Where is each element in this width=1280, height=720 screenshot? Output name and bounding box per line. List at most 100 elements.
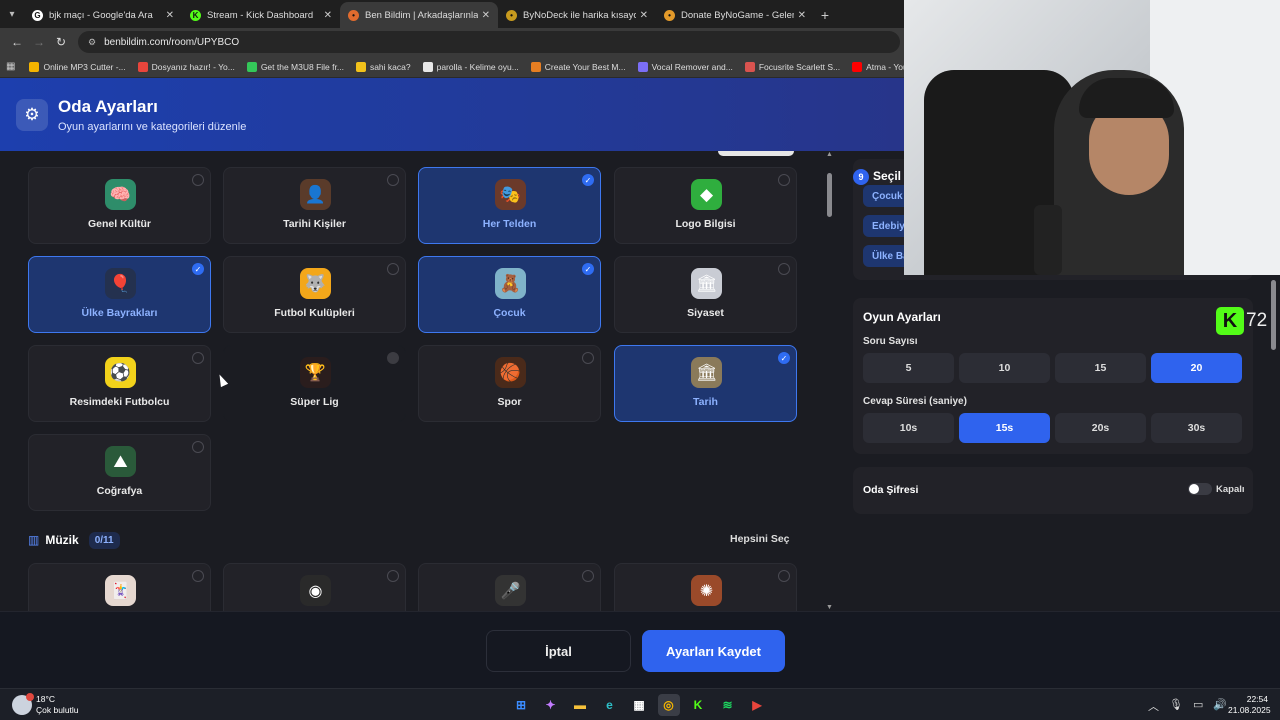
close-tab-icon[interactable]: ✕ — [482, 10, 490, 21]
answer-time-option[interactable]: 20s — [1055, 413, 1146, 443]
webcam-cap — [1079, 78, 1174, 118]
category-checkbox[interactable] — [778, 174, 790, 186]
category-checkbox[interactable] — [192, 441, 204, 453]
password-toggle[interactable] — [1188, 483, 1212, 495]
category-label: Spor — [497, 396, 522, 408]
tab-search-icon[interactable]: ▾ — [0, 0, 24, 28]
category-card[interactable]: 🐺 Futbol Kulüpleri — [223, 256, 406, 333]
question-count-option[interactable]: 5 — [863, 353, 954, 383]
category-card[interactable]: 🎭 Her Telden ✓ — [418, 167, 601, 244]
category-checkbox[interactable]: ✓ — [582, 263, 594, 275]
category-checkbox[interactable] — [387, 570, 399, 582]
volume-icon[interactable]: 🔊 — [1213, 698, 1227, 714]
category-card[interactable]: ⚽ Resimdeki Futbolcu — [28, 345, 211, 422]
apps-grid-icon[interactable]: ▦ — [6, 61, 15, 72]
chrome-icon[interactable]: ◎ — [657, 694, 680, 716]
forward-icon[interactable]: → — [28, 35, 50, 49]
bookmark-favicon-icon — [29, 61, 40, 72]
category-card[interactable]: ◆ Logo Bilgisi — [614, 167, 797, 244]
answer-time-option[interactable]: 10s — [863, 413, 954, 443]
network-icon[interactable]: ▭ — [1193, 698, 1203, 714]
browser-tab[interactable]: • Donate ByNoGame - Gelen/Gid ✕ — [656, 2, 814, 28]
browser-tab[interactable]: K Stream - Kick Dashboard ✕ — [182, 2, 340, 28]
system-clock[interactable]: 22:54 21.08.2025 — [1228, 694, 1271, 716]
category-card[interactable]: 🎈 Ülke Bayrakları ✓ — [28, 256, 211, 333]
tab-favicon-icon: • — [506, 9, 517, 21]
category-checkbox[interactable] — [387, 263, 399, 275]
chevron-up-icon[interactable]: ︿ — [1148, 698, 1159, 714]
scroll-up-arrow[interactable]: ▲ — [826, 151, 833, 158]
category-checkbox[interactable]: ✓ — [582, 174, 594, 186]
back-icon[interactable]: ← — [6, 35, 28, 49]
store-icon[interactable]: ▦ — [628, 694, 650, 716]
categories-scrollbar[interactable]: ▲ ▼ — [826, 151, 834, 611]
microphone-tray-icon[interactable]: 🎙 — [1169, 698, 1183, 714]
browser-tab[interactable]: • Ben Bildim | Arkadaşlarınla Onl ✕ — [340, 2, 498, 28]
edge-icon[interactable]: e — [599, 694, 621, 716]
bookmark-item[interactable]: Dosyanız hazır! - Yo... — [137, 61, 235, 72]
category-checkbox[interactable] — [192, 570, 204, 582]
music-category-card[interactable]: 🎤 — [418, 563, 601, 611]
windows-start-icon[interactable]: ⊞ — [510, 694, 532, 716]
spotify-icon[interactable]: ≋ — [717, 694, 739, 716]
bookmark-item[interactable]: Online MP3 Cutter -... — [29, 61, 126, 72]
close-tab-icon[interactable]: ✕ — [324, 10, 332, 21]
cancel-button[interactable]: İptal — [486, 630, 631, 672]
select-all-button-edge[interactable] — [718, 151, 794, 156]
copilot-icon[interactable]: ✦ — [540, 694, 562, 716]
category-card[interactable]: 🏛 Siyaset — [614, 256, 797, 333]
emblem-icon: ✺ — [691, 575, 722, 606]
music-count-badge: 0/11 — [88, 531, 120, 549]
site-info-icon[interactable]: ⚙ — [88, 37, 96, 48]
category-checkbox[interactable]: ✓ — [778, 352, 790, 364]
category-card[interactable]: ⛰ Coğrafya — [28, 434, 211, 511]
category-card[interactable]: 🧸 Çocuk ✓ — [418, 256, 601, 333]
category-checkbox[interactable] — [778, 263, 790, 275]
answer-time-option[interactable]: 15s — [959, 413, 1050, 443]
save-settings-button[interactable]: Ayarları Kaydet — [642, 630, 785, 672]
music-category-card[interactable]: ✺ — [614, 563, 797, 611]
category-card[interactable]: 🏛 Tarih ✓ — [614, 345, 797, 422]
category-card[interactable]: 👤 Tarihi Kişiler — [223, 167, 406, 244]
category-card[interactable]: 🏀 Spor — [418, 345, 601, 422]
side-panel-scrollbar[interactable] — [1271, 280, 1276, 350]
close-tab-icon[interactable]: ✕ — [166, 10, 174, 21]
category-checkbox[interactable] — [192, 174, 204, 186]
reload-icon[interactable]: ↻ — [50, 35, 72, 49]
file-explorer-icon[interactable]: ▬ — [569, 694, 591, 716]
music-category-card[interactable]: 🃏 — [28, 563, 211, 611]
new-tab-button[interactable]: + — [814, 2, 836, 28]
category-checkbox[interactable] — [192, 352, 204, 364]
scrollbar-thumb[interactable] — [827, 173, 832, 217]
music-category-card[interactable]: ◉ — [223, 563, 406, 611]
browser-tab[interactable]: • ByNoDeck ile harika kısayollar y ✕ — [498, 2, 656, 28]
close-tab-icon[interactable]: ✕ — [640, 10, 648, 21]
bookmark-item[interactable]: sahi kaca? — [355, 61, 411, 72]
bookmark-item[interactable]: parolla - Kelime oyu... — [422, 61, 519, 72]
category-checkbox[interactable] — [387, 352, 399, 364]
select-all-button[interactable]: Hepsini Seç — [730, 533, 790, 545]
question-count-option[interactable]: 10 — [959, 353, 1050, 383]
kick-app-icon[interactable]: K — [687, 694, 709, 716]
browser-tab[interactable]: Gbjk maçı - Google'da Ara ✕ — [24, 2, 182, 28]
player-icon[interactable]: ▶ — [746, 694, 768, 716]
weather-widget[interactable]: 18°C Çok bulutlu — [12, 693, 79, 716]
bookmark-item[interactable]: Get the M3U8 File fr... — [246, 61, 344, 72]
category-checkbox[interactable] — [582, 570, 594, 582]
close-tab-icon[interactable]: ✕ — [798, 10, 806, 21]
bookmark-label: Get the M3U8 File fr... — [260, 61, 344, 72]
bookmark-item[interactable]: Create Your Best M... — [530, 61, 626, 72]
category-checkbox[interactable] — [778, 570, 790, 582]
scroll-down-arrow[interactable]: ▼ — [826, 604, 833, 611]
address-bar[interactable]: ⚙ benbildim.com/room/UPYBCO — [78, 31, 900, 53]
answer-time-option[interactable]: 30s — [1151, 413, 1242, 443]
category-checkbox[interactable]: ✓ — [192, 263, 204, 275]
category-checkbox[interactable] — [387, 174, 399, 186]
bookmark-item[interactable]: Focusrite Scarlett S... — [744, 61, 840, 72]
category-card[interactable]: 🧠 Genel Kültür — [28, 167, 211, 244]
bookmark-item[interactable]: Vocal Remover and... — [637, 61, 733, 72]
category-checkbox[interactable] — [582, 352, 594, 364]
category-card[interactable]: 🏆 Süper Lig — [223, 345, 406, 422]
question-count-option[interactable]: 15 — [1055, 353, 1146, 383]
question-count-option[interactable]: 20 — [1151, 353, 1242, 383]
